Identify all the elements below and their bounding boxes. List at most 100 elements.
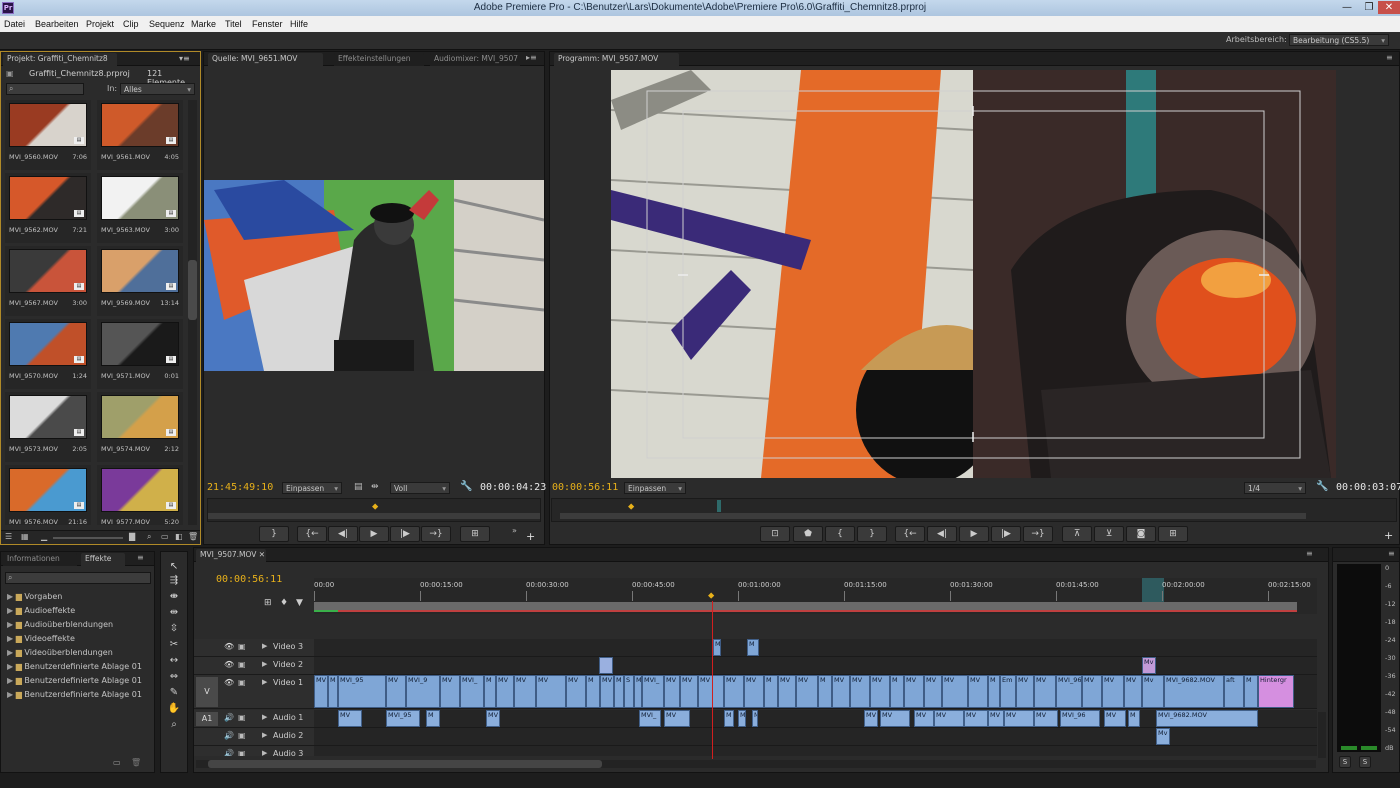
- expand-arrow-icon[interactable]: ▶: [7, 620, 16, 629]
- tab-source[interactable]: Quelle: MVI_9651.MOV: [208, 53, 323, 66]
- delete-icon[interactable]: 🗑: [131, 758, 141, 767]
- expand-arrow-icon[interactable]: ▶: [7, 634, 16, 643]
- step-forward-icon[interactable]: |▶: [991, 526, 1021, 542]
- snap-icon[interactable]: ⊞: [264, 598, 272, 608]
- clip-thumbnail[interactable]: ▤: [101, 176, 179, 220]
- clip-thumbnail[interactable]: ▤: [9, 249, 87, 293]
- expand-arrow-icon[interactable]: ▶: [7, 690, 16, 699]
- wrench-icon[interactable]: 🔧: [1316, 481, 1328, 492]
- timeline-clip[interactable]: MV: [964, 710, 988, 727]
- in-filter-select[interactable]: Alles: [120, 83, 195, 95]
- mark-out-icon[interactable]: }: [857, 526, 887, 542]
- timeline-clip[interactable]: MVI_9: [406, 675, 440, 708]
- solo-button-right[interactable]: S: [1359, 756, 1371, 768]
- clip-thumbnail[interactable]: ▤: [9, 322, 87, 366]
- panel-menu-icon[interactable]: ≡: [137, 553, 144, 562]
- track-lock-icon[interactable]: ▣: [238, 642, 246, 651]
- panel-menu-icon[interactable]: ≡: [1386, 53, 1393, 62]
- find-icon[interactable]: ⌕: [147, 532, 151, 542]
- expand-track-icon[interactable]: ▶: [262, 660, 267, 668]
- timeline-clip[interactable]: M: [484, 675, 496, 708]
- expand-arrow-icon[interactable]: ▶: [7, 648, 16, 657]
- timeline-clip[interactable]: MV: [496, 675, 514, 708]
- timeline-clip[interactable]: MV: [864, 710, 878, 727]
- track-lane-a3[interactable]: [314, 746, 1317, 756]
- tab-project[interactable]: Projekt: Graffiti_Chemnitz8: [3, 53, 117, 66]
- timeline-clip[interactable]: MV: [870, 675, 890, 708]
- project-clip-item[interactable]: ▤ MVI_9569.MOV 13:14: [97, 246, 183, 316]
- delete-icon[interactable]: 🗑: [188, 532, 198, 541]
- clip-thumbnail[interactable]: ▤: [101, 103, 179, 147]
- close-icon[interactable]: ✕: [1378, 1, 1400, 14]
- timeline-clip[interactable]: MV: [1016, 675, 1034, 708]
- timeline-clip[interactable]: MV: [664, 675, 680, 708]
- extract-button[interactable]: ⊻: [1094, 526, 1124, 542]
- timeline-h-scrollbar[interactable]: [196, 760, 1316, 768]
- timeline-clip[interactable]: MV: [338, 710, 362, 727]
- go-to-out-button[interactable]: →}: [1023, 526, 1053, 542]
- work-area-bar[interactable]: [314, 602, 1297, 610]
- panel-menu-icon[interactable]: ≡: [1388, 549, 1395, 558]
- minimize-icon[interactable]: —: [1336, 1, 1358, 14]
- thumb-size-slider[interactable]: [53, 537, 123, 539]
- rate-stretch-tool-icon[interactable]: ⇳: [167, 622, 181, 636]
- timeline-clip[interactable]: MV: [942, 675, 968, 708]
- track-select-tool-icon[interactable]: ⇶: [167, 574, 181, 588]
- clip-thumbnail[interactable]: ▤: [101, 395, 179, 439]
- track-lock-icon[interactable]: ▣: [238, 749, 246, 756]
- timeline-clip[interactable]: MV: [664, 710, 690, 727]
- project-scrollbar[interactable]: [188, 100, 197, 525]
- effects-folder-item[interactable]: ▶ ▆ Videoüberblendungen: [7, 646, 153, 660]
- menu-titel[interactable]: Titel: [225, 16, 242, 32]
- new-item-icon[interactable]: ◧: [175, 532, 183, 541]
- clip-thumbnail[interactable]: ▤: [101, 249, 179, 293]
- slip-tool-icon[interactable]: ↔: [167, 654, 181, 668]
- timeline-clip[interactable]: MV: [1082, 675, 1102, 708]
- step-back-icon[interactable]: ◀|: [328, 526, 358, 542]
- timeline-clip[interactable]: MVI_9682.MOV: [1164, 675, 1224, 708]
- timeline-clip[interactable]: M: [1244, 675, 1258, 708]
- eye-icon[interactable]: 👁: [224, 642, 234, 651]
- timeline-v-scrollbar[interactable]: [1318, 712, 1326, 758]
- marker-icon[interactable]: ▼: [296, 598, 303, 608]
- effects-search-input[interactable]: ⌕: [5, 572, 151, 584]
- timeline-clip[interactable]: MV: [566, 675, 586, 708]
- timeline-clip[interactable]: M: [614, 675, 624, 708]
- ripple-edit-tool-icon[interactable]: ⇼: [167, 590, 181, 604]
- source-time-ruler[interactable]: ⬥: [207, 498, 541, 522]
- effects-folder-item[interactable]: ▶ ▆ Benutzerdefinierte Ablage 01: [7, 688, 153, 702]
- timeline-clip[interactable]: MVI_9682.MOV: [1156, 710, 1258, 727]
- timeline-clip[interactable]: MV: [934, 710, 964, 727]
- settings-icon[interactable]: ▤: [354, 482, 363, 492]
- timeline-ruler[interactable]: 00:00 00:00:15:00 00:00:30:00 00:00:45:00 00…: [314, 578, 1317, 614]
- timeline-clip[interactable]: MV: [1104, 710, 1126, 727]
- timeline-clip[interactable]: aft: [1224, 675, 1244, 708]
- timeline-clip[interactable]: S: [624, 675, 634, 708]
- source-playhead-icon[interactable]: ⬥: [372, 502, 378, 512]
- track-lane-v1[interactable]: MV M MVI_95 MV MVI_9 MV MVI_ M MV MV MV MV M MV M S M MVI…: [314, 675, 1317, 709]
- expand-arrow-icon[interactable]: ▶: [7, 676, 16, 685]
- track-target-a1[interactable]: A1: [196, 712, 218, 726]
- timeline-clip[interactable]: MVI_: [642, 675, 664, 708]
- source-timecode[interactable]: 21:45:49:10: [207, 482, 273, 493]
- insert-button[interactable]: ⊞: [460, 526, 490, 542]
- timeline-clip[interactable]: MV: [536, 675, 566, 708]
- tab-program[interactable]: Programm: MVI_9507.MOV: [554, 53, 679, 66]
- track-lock-icon[interactable]: ▣: [238, 660, 246, 669]
- list-view-icon[interactable]: ☰: [5, 532, 12, 541]
- timeline-clip[interactable]: M: [738, 710, 746, 727]
- camera-icon[interactable]: ◙: [1126, 526, 1156, 542]
- timeline-clip[interactable]: MV: [880, 710, 910, 727]
- more-controls-icon[interactable]: »: [512, 526, 517, 535]
- play-icon[interactable]: ▶: [359, 526, 389, 542]
- go-to-in-button[interactable]: {←: [895, 526, 925, 542]
- eye-icon[interactable]: 👁: [224, 678, 234, 687]
- track-lock-icon[interactable]: ▣: [238, 731, 246, 740]
- razor-tool-icon[interactable]: ✂: [167, 638, 181, 652]
- timeline-clip[interactable]: MV: [914, 710, 934, 727]
- track-lane-a2[interactable]: Mv: [314, 728, 1317, 746]
- timeline-clip[interactable]: M: [634, 675, 642, 708]
- timeline-clip[interactable]: MV: [724, 675, 744, 708]
- restore-icon[interactable]: ❐: [1358, 1, 1380, 14]
- expand-track-icon[interactable]: ▶: [262, 749, 267, 756]
